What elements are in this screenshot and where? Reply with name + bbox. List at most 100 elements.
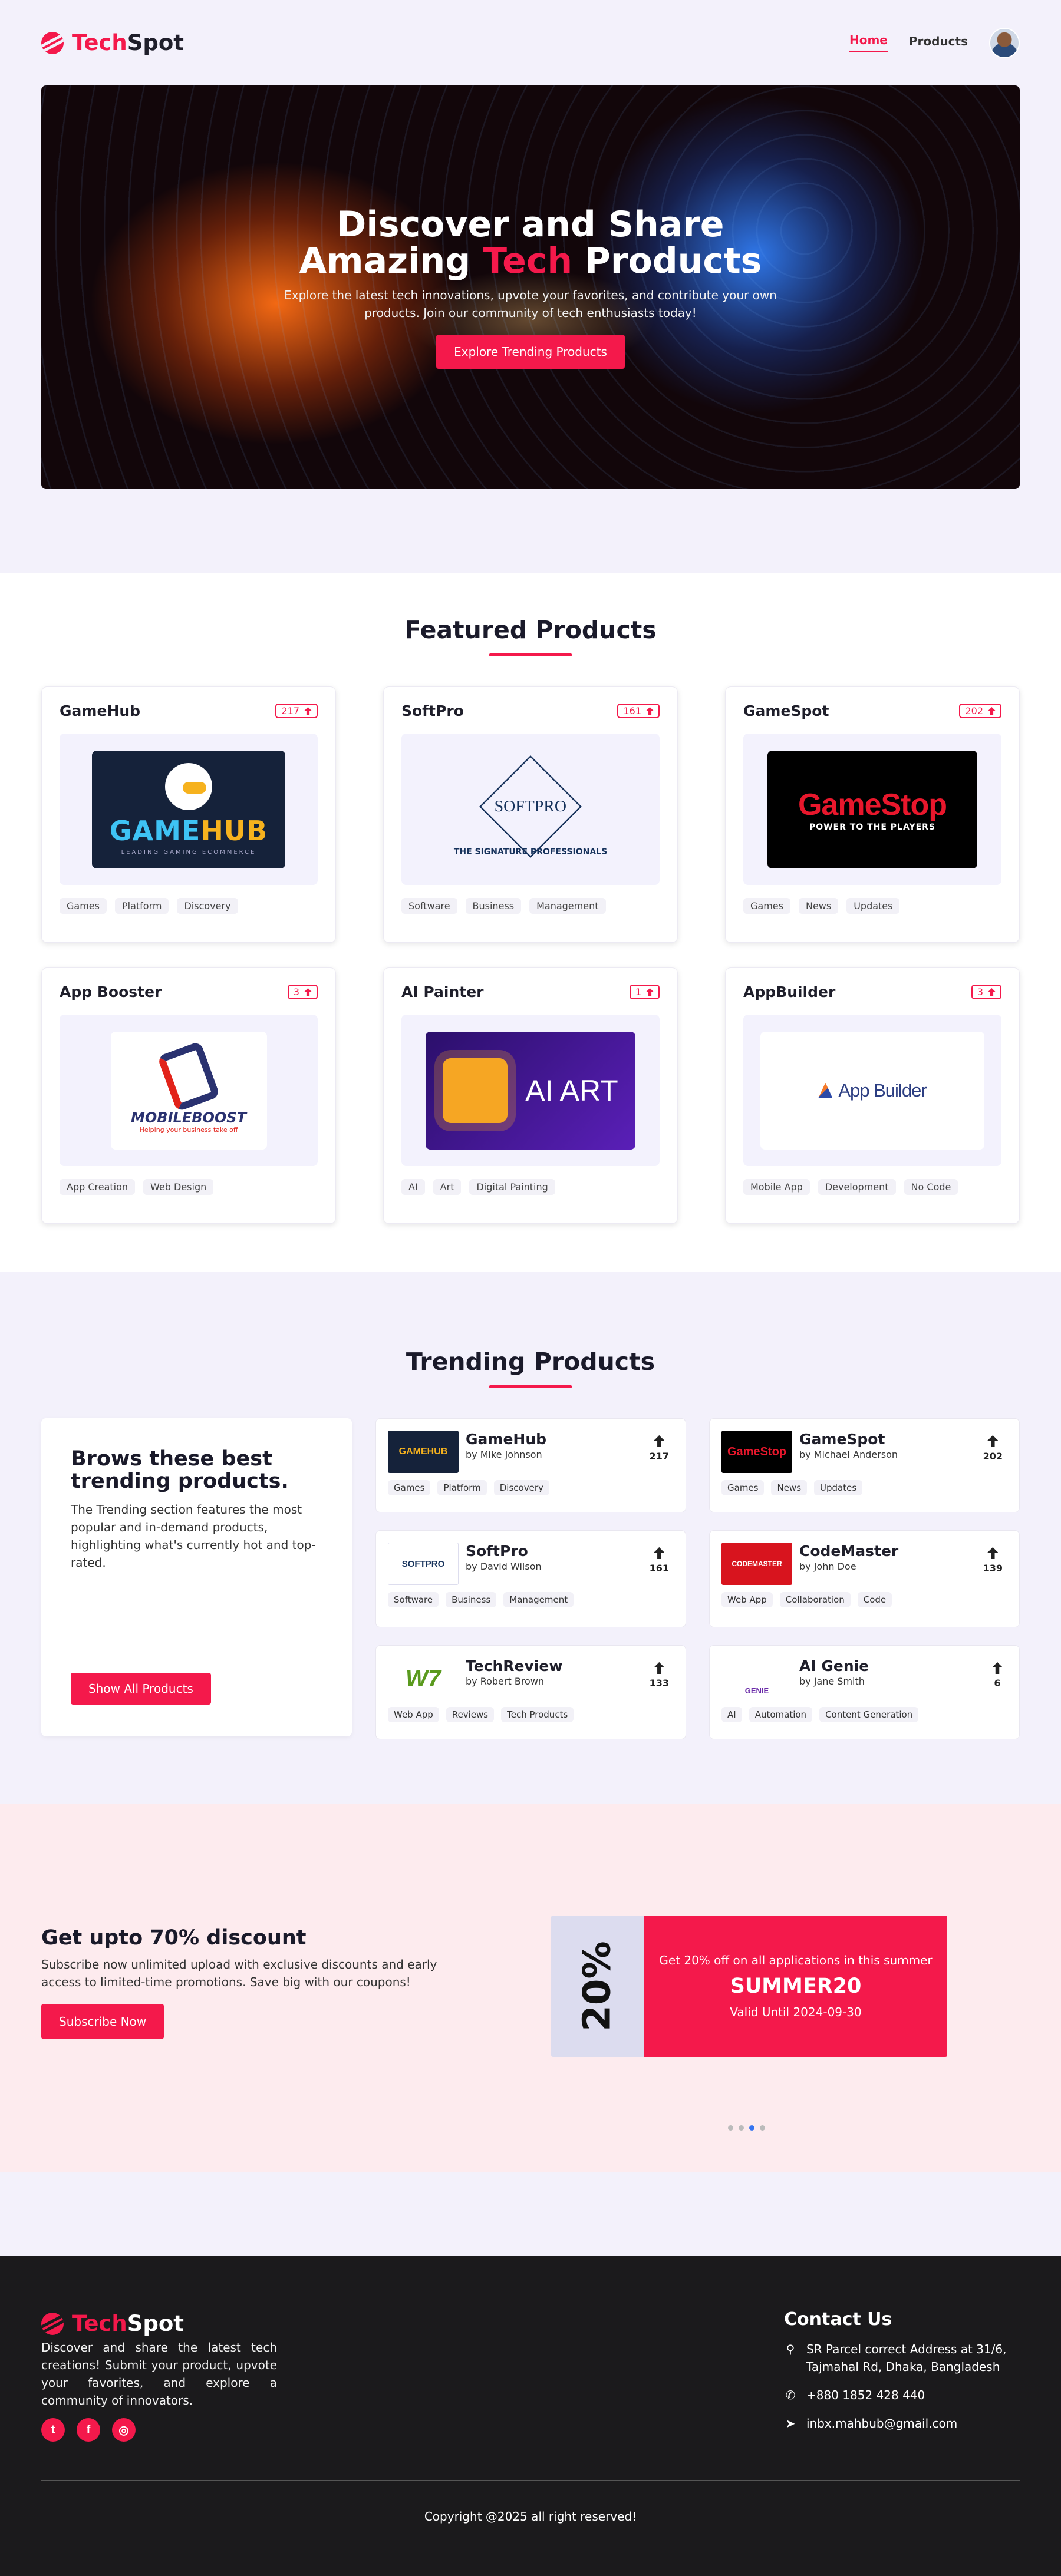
product-author: by Mike Johnson [466,1449,542,1460]
logo-text: Game [798,787,882,822]
logo-text: App Builder [838,1079,927,1101]
product-name[interactable]: SoftPro [466,1543,542,1560]
carousel-dots [728,2125,765,2131]
upvote-button[interactable]: 161 [617,704,660,718]
nav-products-link[interactable]: Products [909,34,968,52]
tag: Platform [437,1480,487,1495]
product-name[interactable]: GameHub [60,702,140,719]
tag-list: AI Automation Content Generation [721,1707,1007,1722]
upvote-button[interactable]: 202 [959,704,1001,718]
tag-list: Mobile App Development No Code [743,1179,1001,1195]
upvote-button[interactable]: 139 [983,1547,1003,1574]
tag-list: Software Business Management [388,1592,674,1607]
product-name[interactable]: AI Painter [401,983,483,1000]
tag: AI [721,1707,742,1722]
brand-name-accent: Tech [72,2311,127,2336]
contact-block: Contact Us ⚲ SR Parcel correct Address at… [784,2309,1020,2432]
upvote-icon [987,1435,999,1447]
product-image: AI ART [401,1015,660,1166]
navbar: TechSpot Home Products [41,0,1020,85]
trending-card[interactable]: SOFTPRO SoftPro by David Wilson 161 Softw… [375,1530,686,1627]
tag: Mobile App [743,1179,810,1195]
carousel-dot[interactable] [739,2125,744,2131]
tag: Collaboration [779,1592,851,1607]
vote-count: 3 [977,986,983,998]
tag: App Creation [60,1179,136,1195]
contact-email[interactable]: inbx.mahbub@gmail.com [806,2415,957,2432]
product-image: SOFTPRO THE SIGNATURE PROFESSIONALS [401,734,660,885]
product-name[interactable]: GameSpot [799,1431,898,1448]
footer-brand[interactable]: TechSpot [41,2311,184,2336]
instagram-icon[interactable]: ◎ [112,2418,136,2442]
subscribe-button[interactable]: Subscribe Now [41,2004,164,2039]
trending-intro-card: Brows these best trending products. The … [41,1418,352,1736]
product-name[interactable]: CodeMaster [799,1543,898,1560]
tag: Tech Products [501,1707,574,1722]
product-name[interactable]: GameHub [466,1431,546,1448]
product-card[interactable]: GameSpot 202 GameStop POWER TO THE PLAYE… [725,686,1020,943]
vote-count: 202 [965,705,983,716]
product-name[interactable]: SoftPro [401,702,464,719]
upvote-button[interactable]: 202 [983,1435,1003,1462]
facebook-icon[interactable]: f [77,2418,100,2442]
twitter-icon[interactable]: t [41,2418,65,2442]
featured-grid: GameHub 217 GAMEHUB LEADING GAMING ECOMM… [41,686,1020,1224]
trending-card[interactable]: W7 TechReview by Robert Brown 133 Web App… [375,1645,686,1739]
upvote-button[interactable]: 6 [992,1662,1003,1689]
contact-title: Contact Us [784,2309,892,2330]
product-name[interactable]: GameSpot [743,702,829,719]
trending-card[interactable]: CODEMASTER CodeMaster by John Doe 139 Web… [709,1530,1020,1627]
trending-title: Trending Products [406,1348,655,1376]
product-name[interactable]: AppBuilder [743,983,835,1000]
upvote-button[interactable]: 3 [287,985,318,999]
product-name[interactable]: AI Genie [799,1657,869,1675]
product-card[interactable]: AppBuilder 3 App Builder Mobile App Deve… [725,967,1020,1224]
product-thumbnail: GAMEHUB [388,1431,459,1473]
coupon-card[interactable]: 20% Get 20% off on all applications in t… [551,1916,947,2057]
product-card[interactable]: SoftPro 161 SOFTPRO THE SIGNATURE PROFES… [383,686,678,943]
upvote-button[interactable]: 217 [275,704,318,718]
tag: Discovery [493,1480,549,1495]
trending-layout: Brows these best trending products. The … [41,1418,1020,1739]
product-name[interactable]: App Booster [60,983,162,1000]
product-card[interactable]: App Booster 3 MOBILEBOOST Helping your b… [41,967,336,1224]
trending-card[interactable]: GENIE AI Genie by Jane Smith 6 AI Automat… [709,1645,1020,1739]
show-all-products-button[interactable]: Show All Products [71,1673,211,1705]
tag-list: App Creation Web Design [60,1179,318,1195]
logo-subtext: LEADING GAMING ECOMMERCE [121,849,256,856]
upvote-icon [646,707,654,715]
user-avatar[interactable] [989,27,1020,58]
brand-logo[interactable]: TechSpot [41,30,184,55]
tag: Art [433,1179,462,1195]
carousel-dot[interactable] [760,2125,765,2131]
upvote-icon [988,988,996,996]
carousel-dot[interactable] [728,2125,733,2131]
product-card[interactable]: AI Painter 1 AI ART AI Art Digital Paint… [383,967,678,1224]
send-icon: ➤ [785,2416,796,2430]
upvote-button[interactable]: 3 [971,985,1001,999]
contact-phone[interactable]: +880 1852 428 440 [806,2386,925,2404]
appbuilder-mark-icon [818,1082,833,1098]
nav-home-link[interactable]: Home [849,33,888,52]
explore-trending-button[interactable]: Explore Trending Products [436,334,625,369]
upvote-button[interactable]: 161 [650,1547,669,1574]
carousel-dot-active[interactable] [749,2125,754,2131]
upvote-button[interactable]: 217 [650,1435,669,1462]
upvote-icon [987,1547,999,1559]
upvote-button[interactable]: 133 [650,1662,669,1689]
coupon-code: SUMMER20 [730,1974,862,1998]
tag: Software [401,898,457,914]
phone-icon [157,1041,220,1112]
product-name[interactable]: TechReview [466,1657,562,1675]
palette-chip-icon [443,1058,508,1123]
tag: Development [818,1179,896,1195]
discount-title: Get upto 70% discount [41,1926,307,1950]
upvote-button[interactable]: 1 [629,985,660,999]
upvote-icon [646,988,654,996]
trending-card[interactable]: GameStop GameSpot by Michael Anderson 202… [709,1418,1020,1512]
coupon-description: Get 20% off on all applications in this … [659,1953,933,1967]
brand-mark-icon [41,2312,64,2335]
product-card[interactable]: GameHub 217 GAMEHUB LEADING GAMING ECOMM… [41,686,336,943]
trending-card[interactable]: GAMEHUB GameHub by Mike Johnson 217 Games… [375,1418,686,1512]
copyright: Copyright @2025 all right reserved! [424,2509,637,2524]
